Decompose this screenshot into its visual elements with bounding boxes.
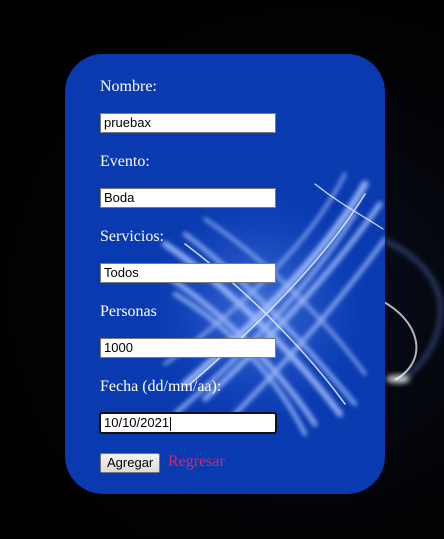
services-label: Servicios: xyxy=(100,228,164,245)
form-panel: Nombre: pruebax Evento: Boda Servicios: … xyxy=(65,54,385,494)
services-field[interactable]: Todos xyxy=(100,263,276,283)
text-caret xyxy=(170,416,172,431)
people-label: Personas xyxy=(100,303,157,320)
event-label: Evento: xyxy=(100,153,150,170)
add-button[interactable]: Agregar xyxy=(100,453,161,473)
back-link[interactable]: Regresar xyxy=(168,453,225,471)
date-label: Fecha (dd/mm/aa): xyxy=(100,378,222,395)
name-field[interactable]: pruebax xyxy=(100,113,276,133)
date-field-value: 10/10/2021 xyxy=(104,415,170,430)
name-label: Nombre: xyxy=(100,78,157,95)
people-field[interactable]: 1000 xyxy=(100,338,276,358)
date-field[interactable]: 10/10/2021 xyxy=(99,412,277,434)
event-field[interactable]: Boda xyxy=(100,188,276,208)
